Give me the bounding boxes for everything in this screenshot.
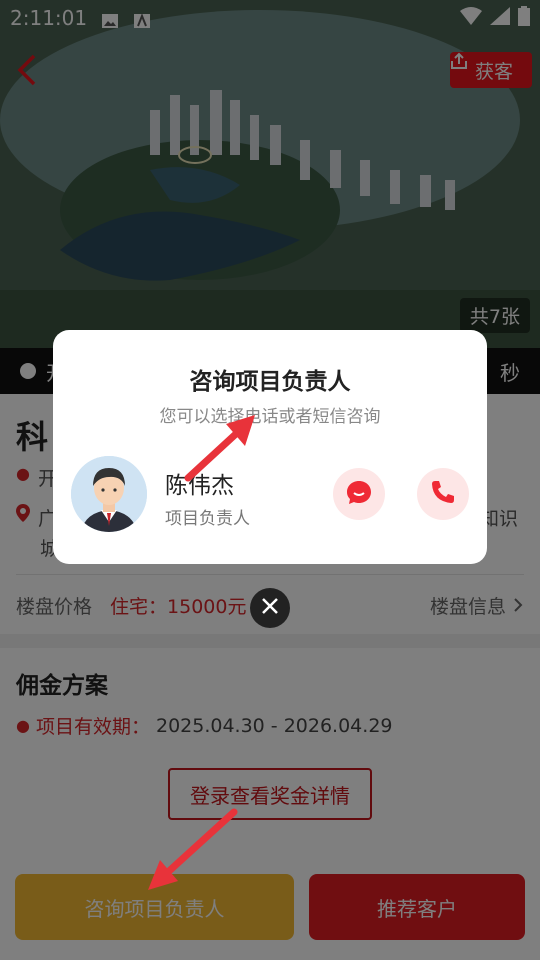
avatar: [71, 456, 147, 532]
consult-dialog: 咨询项目负责人 您可以选择电话或者短信咨询 陈伟杰 项目负责人: [53, 330, 487, 564]
manager-name: 陈伟杰: [165, 473, 234, 499]
chat-bubble-icon: [345, 478, 373, 510]
phone-icon: [429, 478, 457, 510]
close-dialog-button[interactable]: [250, 588, 290, 628]
manager-role: 项目负责人: [165, 509, 250, 529]
call-button[interactable]: [417, 468, 469, 520]
close-icon: [260, 596, 280, 620]
dialog-subtitle: 您可以选择电话或者短信咨询: [159, 407, 381, 427]
sms-button[interactable]: [333, 468, 385, 520]
dialog-title: 咨询项目负责人: [189, 369, 351, 395]
